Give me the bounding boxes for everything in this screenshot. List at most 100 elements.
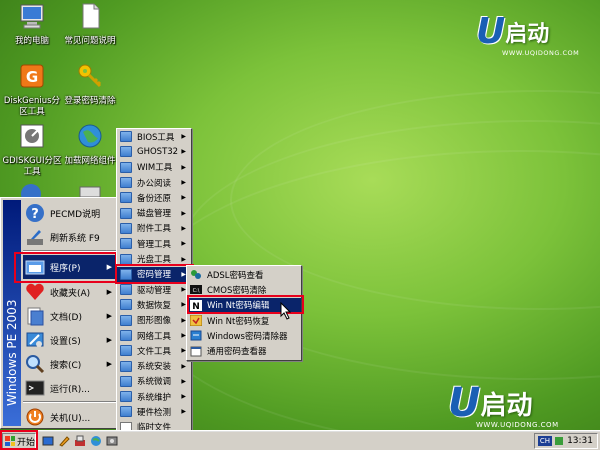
help-icon: ? bbox=[26, 204, 44, 222]
submenu-arrow-icon: ▶ bbox=[181, 148, 186, 156]
submenu-arrow-icon: ▶ bbox=[181, 179, 186, 187]
folder-icon bbox=[120, 161, 132, 173]
desktop-icon-network[interactable]: 加载网络组件 bbox=[58, 122, 122, 167]
start-item-search[interactable]: 搜索(C) ▶ bbox=[23, 352, 117, 376]
programs-item-label: 数据恢复 bbox=[137, 300, 172, 311]
start-menu: Windows PE 2003 ? PECMD说明 刷新系统 F9 程序(P) … bbox=[0, 197, 118, 429]
programs-item[interactable]: 系统维护 ▶ bbox=[117, 389, 191, 404]
start-item-documents[interactable]: 文档(D) ▶ bbox=[23, 304, 117, 328]
programs-item[interactable]: 驱动管理 ▶ bbox=[117, 282, 191, 297]
password-item-windows-clear[interactable]: Windows密码清除器 bbox=[187, 328, 301, 343]
start-button-label: 开始 bbox=[17, 437, 36, 448]
programs-item-label: 系统微调 bbox=[137, 377, 172, 388]
programs-item-label: 文件工具 bbox=[137, 346, 172, 357]
programs-item-label: 驱动管理 bbox=[137, 285, 172, 296]
network-globe-icon bbox=[78, 124, 102, 148]
mouse-cursor-icon bbox=[280, 302, 292, 320]
programs-item-label: WIM工具 bbox=[137, 163, 173, 174]
quicklaunch-tool-icon[interactable] bbox=[74, 435, 86, 447]
programs-item[interactable]: GHOST32 ▶ bbox=[117, 144, 191, 159]
quicklaunch-desktop-icon[interactable] bbox=[42, 435, 54, 447]
start-button[interactable]: 开始 bbox=[2, 433, 36, 449]
start-item-label: 文档(D) bbox=[50, 312, 82, 323]
submenu-arrow-icon: ▶ bbox=[181, 408, 186, 416]
submenu-arrow-icon: ▶ bbox=[106, 360, 112, 368]
start-item-settings[interactable]: 设置(S) ▶ bbox=[23, 328, 117, 352]
desktop-icon-gdiskgui[interactable]: GDISKGUI分区工具 bbox=[0, 122, 64, 178]
folder-icon bbox=[120, 375, 132, 387]
system-tray: CH 13:31 bbox=[534, 433, 598, 449]
password-viewer-icon bbox=[190, 346, 202, 357]
winnt-edit-icon: N bbox=[190, 299, 202, 311]
folder-icon bbox=[120, 330, 132, 341]
printer-icon bbox=[79, 186, 101, 197]
clock: 13:31 bbox=[567, 436, 593, 446]
folder-icon bbox=[120, 314, 132, 326]
menu-separator bbox=[23, 401, 116, 403]
programs-item[interactable]: 备份还原 ▶ bbox=[117, 190, 191, 205]
programs-item[interactable]: 硬件检测 ▶ bbox=[117, 404, 191, 419]
password-item-adsl[interactable]: ADSL密码查看 bbox=[187, 267, 301, 282]
folder-icon bbox=[120, 192, 132, 204]
programs-item[interactable]: 图形图像 ▶ bbox=[117, 313, 191, 328]
svg-text:?: ? bbox=[31, 207, 39, 222]
logo-text: 启动 bbox=[505, 22, 550, 47]
tray-status-icon[interactable] bbox=[555, 437, 564, 445]
start-item-refresh[interactable]: 刷新系统 F9 bbox=[23, 225, 117, 249]
password-item-cmos[interactable]: C:\ CMOS密码清除 bbox=[187, 282, 301, 297]
diskgenius-icon: G bbox=[20, 64, 44, 88]
language-indicator[interactable]: CH bbox=[537, 436, 553, 446]
start-item-pecmd-help[interactable]: ? PECMD说明 bbox=[23, 201, 117, 225]
desktop-icon-my-computer[interactable]: 我的电脑 bbox=[0, 2, 64, 47]
programs-item[interactable]: 管理工具 ▶ bbox=[117, 236, 191, 251]
start-item-shutdown[interactable]: 关机(U)... bbox=[23, 405, 117, 429]
brand-logo-top: U 启动 WWW.UQIDONG.COM bbox=[476, 14, 580, 58]
programs-item[interactable]: 数据恢复 ▶ bbox=[117, 297, 191, 312]
folder-icon bbox=[120, 131, 132, 143]
desktop-icon-faq[interactable]: 常见问题说明 bbox=[58, 2, 122, 47]
programs-item[interactable]: 附件工具 ▶ bbox=[117, 221, 191, 236]
gdisk-icon bbox=[20, 124, 44, 148]
programs-item[interactable]: WIM工具 ▶ bbox=[117, 160, 191, 175]
folder-icon bbox=[120, 146, 132, 158]
cmos-icon: C:\ bbox=[190, 285, 202, 295]
svg-text:C:\: C:\ bbox=[193, 288, 200, 294]
folder-icon bbox=[120, 391, 132, 403]
programs-item[interactable]: 光盘工具 ▶ bbox=[117, 251, 191, 266]
programs-item[interactable]: 系统安装 ▶ bbox=[117, 358, 191, 373]
programs-item-label: 光盘工具 bbox=[137, 255, 172, 266]
computer-icon bbox=[20, 4, 44, 29]
folder-icon bbox=[120, 284, 132, 296]
desktop-icon-diskgenius[interactable]: G DiskGenius分区工具 bbox=[0, 62, 64, 118]
desktop-icon-label: 我的电脑 bbox=[14, 36, 49, 46]
desktop-icon-label: 登录密码清除 bbox=[64, 96, 116, 106]
windows-logo-icon bbox=[5, 436, 15, 446]
quicklaunch-pen-icon[interactable] bbox=[58, 435, 70, 447]
password-item-label: Win Nt密码编辑 bbox=[207, 301, 270, 312]
quicklaunch-disk-icon[interactable] bbox=[106, 435, 118, 447]
start-item-favorites[interactable]: 收藏夹(A) ▶ bbox=[23, 280, 117, 304]
desktop-icon-password-clear[interactable]: 登录密码清除 bbox=[58, 62, 122, 107]
start-item-programs[interactable]: 程序(P) ▶ bbox=[23, 255, 117, 279]
programs-item-label: 备份还原 bbox=[137, 193, 172, 204]
password-item-label: ADSL密码查看 bbox=[207, 270, 264, 281]
programs-item[interactable]: 办公阅读 ▶ bbox=[117, 175, 191, 190]
desktop: 我的电脑 常见问题说明 G DiskGenius分区工具 登录密码清除 GDIS… bbox=[0, 0, 600, 450]
password-item-viewer[interactable]: 通用密码查看器 bbox=[187, 343, 301, 358]
run-icon bbox=[25, 380, 45, 396]
start-item-run[interactable]: 运行(R)... bbox=[23, 376, 117, 400]
programs-item[interactable]: BIOS工具 ▶ bbox=[117, 129, 191, 144]
start-item-label: 运行(R)... bbox=[50, 384, 90, 395]
sidebar-title: Windows PE 2003 bbox=[5, 299, 19, 406]
programs-item[interactable]: 磁盘管理 ▶ bbox=[117, 205, 191, 220]
start-menu-sidebar: Windows PE 2003 bbox=[3, 200, 21, 426]
quicklaunch-network-icon[interactable] bbox=[90, 435, 102, 447]
logo-url: WWW.UQIDONG.COM bbox=[502, 49, 580, 57]
folder-icon bbox=[120, 345, 132, 357]
programs-item[interactable]: 系统微调 ▶ bbox=[117, 374, 191, 389]
folder-icon bbox=[120, 360, 132, 372]
programs-item[interactable]: 密码管理 ▶ bbox=[117, 266, 191, 282]
shutdown-icon bbox=[26, 408, 44, 426]
programs-item[interactable]: 文件工具 ▶ bbox=[117, 343, 191, 358]
programs-item[interactable]: 网络工具 ▶ bbox=[117, 328, 191, 343]
